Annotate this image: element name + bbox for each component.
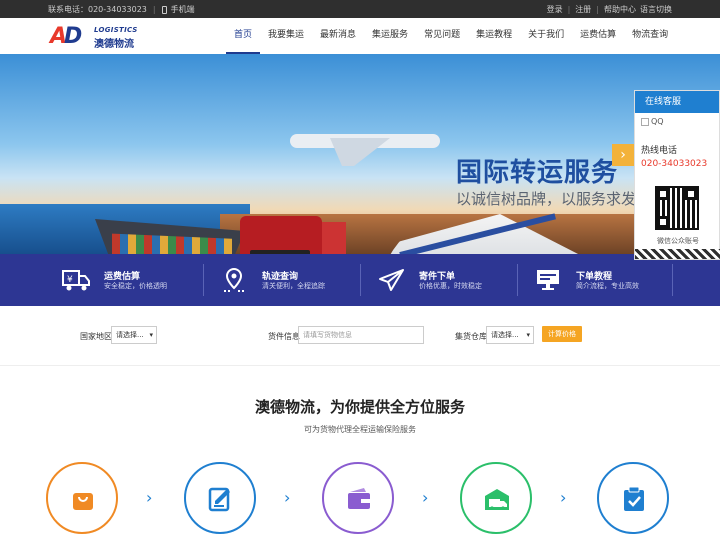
- mobile-phone-icon: [161, 5, 167, 14]
- main-nav: 首页 我要集运 最新消息 集运服务 常见问题 集运教程 关于我们 运费估算 物流…: [226, 18, 676, 54]
- service-tracking[interactable]: 轨迹查询 清关便利，全程追踪: [204, 254, 361, 306]
- service-place-order[interactable]: 寄件下单 价格优惠，时效稳定: [361, 254, 518, 306]
- monitor-icon: [537, 270, 559, 290]
- banner-subtitle: 以诚信树品牌，以服务求发展: [456, 190, 652, 208]
- logo-mark: AD: [50, 24, 82, 49]
- truck-image: [240, 216, 322, 254]
- warehouse-truck-icon: [485, 489, 509, 510]
- qq-icon: [641, 117, 649, 126]
- logo-chinese-text: 澳德物流: [94, 39, 134, 50]
- country-select[interactable]: 请选择... ▾: [111, 326, 157, 344]
- truck-yen-icon: ¥: [62, 270, 90, 291]
- edit-form-icon: [208, 487, 230, 512]
- step-shopping[interactable]: [46, 462, 118, 534]
- step-confirm[interactable]: [597, 462, 669, 534]
- service-freight-estimate[interactable]: ¥ 运费估算 安全稳定，价格透明: [46, 254, 203, 306]
- clipboard-check-icon: [624, 486, 644, 511]
- svg-text:¥: ¥: [67, 275, 73, 285]
- service-order-tutorial[interactable]: 下单教程 简介流程，专业高效: [518, 254, 675, 306]
- step-warehouse[interactable]: [460, 462, 532, 534]
- country-label: 国家地区: [80, 332, 112, 341]
- qq-label: QQ: [651, 117, 664, 126]
- wechat-label: 微信公众账号: [657, 237, 699, 245]
- service-desc: 清关便利，全程追踪: [262, 282, 325, 290]
- chevron-down-icon: ▾: [149, 331, 153, 339]
- chevron-right-icon: ›: [146, 488, 153, 507]
- nav-item-tutorial[interactable]: 集运教程: [468, 18, 520, 54]
- location-pin-icon: [224, 268, 244, 292]
- nav-item-consolidate[interactable]: 我要集运: [260, 18, 312, 54]
- help-center-link[interactable]: 帮助中心: [604, 4, 636, 15]
- divider: |: [567, 5, 571, 14]
- qr-corner: [657, 188, 669, 200]
- chevron-right-icon: ›: [422, 488, 429, 507]
- wechat-qr-code: [655, 186, 699, 230]
- mobile-site-link[interactable]: 手机端: [171, 4, 195, 15]
- step-payment[interactable]: [322, 462, 394, 534]
- shopping-bag-icon: [73, 493, 93, 510]
- chevron-right-icon: ›: [284, 488, 291, 507]
- qr-corner: [685, 188, 697, 200]
- wallet-icon: [348, 488, 370, 509]
- nav-item-estimate[interactable]: 运费估算: [572, 18, 624, 54]
- step-fill-form[interactable]: [184, 462, 256, 534]
- chevron-right-icon[interactable]: ›: [612, 144, 634, 166]
- online-service-header[interactable]: 在线客服: [635, 91, 719, 113]
- logo-english-text: LOGISTICS: [94, 26, 138, 34]
- register-link[interactable]: 注册: [575, 4, 591, 15]
- service-desc: 安全稳定，价格透明: [104, 282, 167, 290]
- goods-input[interactable]: 请填写货物信息: [298, 326, 424, 344]
- site-header: AD LOGISTICS 澳德物流 首页 我要集运 最新消息 集运服务 常见问题…: [0, 18, 720, 54]
- panel-footer-pattern: [635, 249, 720, 259]
- paper-plane-icon: [379, 269, 404, 291]
- price-calculator: 国家地区 请选择... ▾ 货件信息 请填写货物信息 集货仓库 请选择... ▾…: [0, 306, 720, 366]
- qq-contact[interactable]: QQ: [641, 117, 664, 126]
- language-switch-link[interactable]: 语言切换: [640, 4, 672, 15]
- hotline-number: 020-34033023: [641, 159, 708, 169]
- online-service-panel: 在线客服 QQ 热线电话 020-34033023 微信公众账号: [634, 90, 720, 260]
- airplane-wing-image: [330, 138, 390, 166]
- calculate-price-button[interactable]: 计算价格: [542, 326, 582, 342]
- nav-item-about[interactable]: 关于我们: [520, 18, 572, 54]
- chevron-right-icon: ›: [560, 488, 567, 507]
- site-logo[interactable]: AD LOGISTICS 澳德物流: [50, 24, 140, 51]
- nav-item-faq[interactable]: 常见问题: [416, 18, 468, 54]
- contact-phone: 联系电话：020-34033023: [48, 5, 147, 14]
- service-desc: 价格优惠，时效稳定: [419, 282, 482, 290]
- top-bar-links: 登录 | 注册 | 帮助中心 语言切换: [547, 4, 672, 15]
- login-link[interactable]: 登录: [547, 4, 563, 15]
- country-select-value: 请选择...: [116, 331, 144, 339]
- section-subtitle: 可为货物代理全程运输保险服务: [304, 425, 416, 434]
- nav-item-home[interactable]: 首页: [226, 18, 261, 54]
- warehouse-label: 集货仓库: [455, 332, 487, 341]
- divider: |: [596, 5, 599, 14]
- warehouse-select-value: 请选择...: [491, 331, 519, 339]
- top-bar: 联系电话：020-34033023 | 手机端 登录 | 注册 | 帮助中心 语…: [0, 0, 720, 18]
- divider: |: [152, 5, 156, 14]
- hero-banner[interactable]: 国际转运服务 以诚信树品牌，以服务求发展 ›: [0, 54, 720, 254]
- warehouse-select[interactable]: 请选择... ▾: [486, 326, 534, 344]
- qr-corner: [657, 216, 669, 228]
- service-strip: ¥ 运费估算 安全稳定，价格透明 轨迹查询 清关便利，全程追踪 寄件下单 价格优…: [0, 254, 720, 306]
- hotline-label: 热线电话: [641, 146, 678, 156]
- section-title: 澳德物流，为你提供全方位服务: [254, 398, 465, 416]
- service-desc: 简介流程，专业高效: [576, 282, 639, 290]
- top-bar-contact: 联系电话：020-34033023 | 手机端: [48, 4, 195, 15]
- chevron-down-icon: ▾: [526, 331, 530, 339]
- divider: [672, 264, 673, 296]
- nav-item-news[interactable]: 最新消息: [312, 18, 364, 54]
- goods-label: 货件信息: [268, 332, 300, 341]
- nav-item-services[interactable]: 集运服务: [364, 18, 416, 54]
- banner-title: 国际转运服务: [456, 158, 619, 188]
- nav-item-tracking[interactable]: 物流查询: [624, 18, 676, 54]
